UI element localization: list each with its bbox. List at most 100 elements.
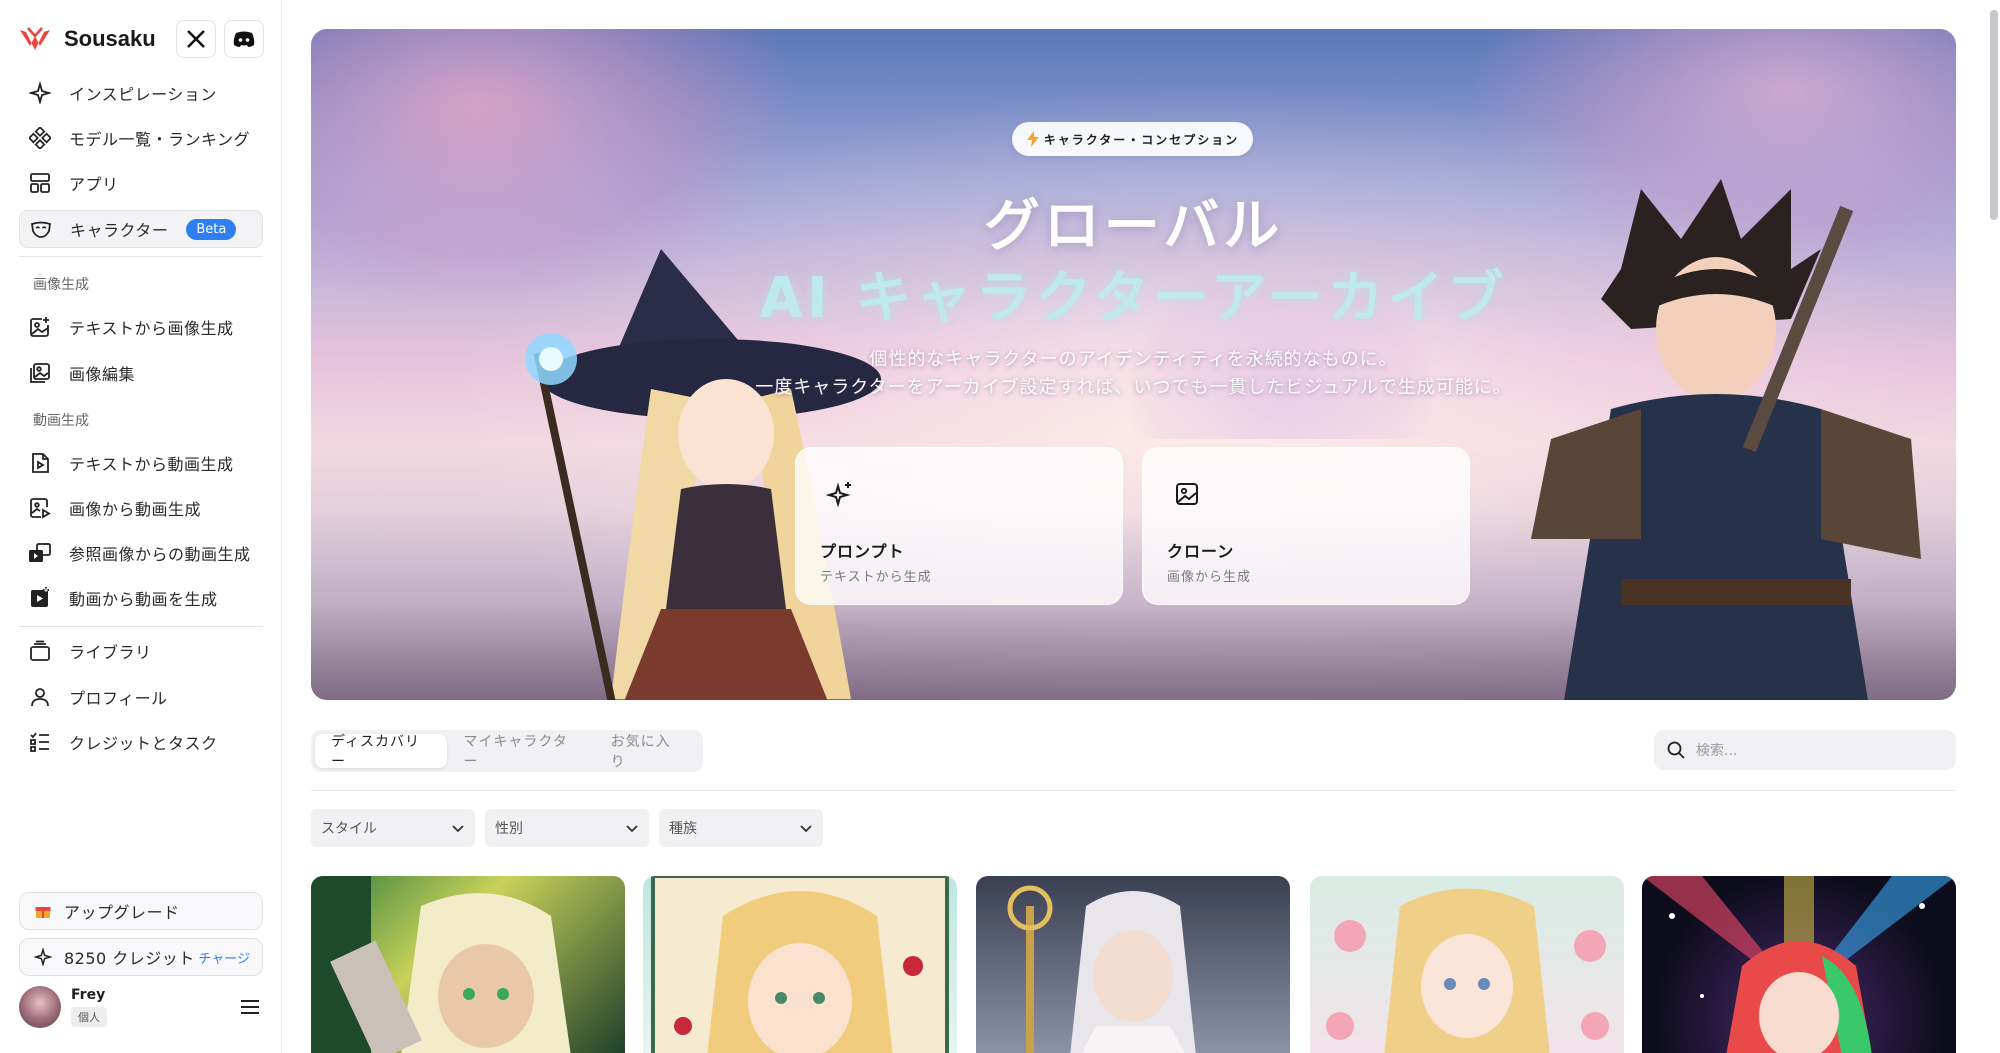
character-card[interactable] <box>643 876 957 1053</box>
text-to-image-icon <box>27 314 53 340</box>
sparkle-icon <box>32 946 54 968</box>
page-scrollbar[interactable] <box>1990 10 1998 220</box>
avatar <box>19 986 61 1028</box>
nav-character[interactable]: キャラクター Beta <box>19 210 263 248</box>
filter-label: 種族 <box>669 821 697 837</box>
nav-label: クレジットとタスク <box>69 734 218 753</box>
sparkle-icon <box>27 80 53 106</box>
brand-name: Sousaku <box>64 26 156 51</box>
nav-label: プロフィール <box>69 689 168 708</box>
discord-icon <box>233 31 255 47</box>
sparkle-icon <box>826 482 851 508</box>
clone-card-title: クローン <box>1167 542 1235 561</box>
gift-icon <box>32 900 54 922</box>
library-icon <box>27 638 53 664</box>
nav-label: モデル一覧・ランキング <box>69 130 251 149</box>
nav-text-to-image[interactable]: テキストから画像生成 <box>19 308 263 346</box>
upgrade-button[interactable]: アップグレード <box>19 892 263 930</box>
user-tag: 個人 <box>71 1007 107 1027</box>
nav-label: テキストから画像生成 <box>69 319 234 338</box>
tasks-icon <box>27 729 53 755</box>
user-profile[interactable]: Frey 個人 <box>19 985 263 1029</box>
tab-bar: ディスカバリー マイキャラクター お気に入り <box>311 730 703 772</box>
hero-subtitle-line1: 個性的なキャラクターのアイデンティティを永続的なものに。 <box>869 349 1398 370</box>
charge-link[interactable]: チャージ <box>198 948 250 967</box>
character-thumbnail <box>311 876 571 1053</box>
chevron-down-icon <box>800 825 812 833</box>
credits-label: 8250 クレジット <box>64 949 195 968</box>
character-card[interactable] <box>1642 876 1956 1053</box>
character-thumbnail <box>1326 888 1609 1053</box>
prompt-card[interactable]: プロンプト テキストから生成 <box>795 447 1123 605</box>
nav-inspiration[interactable]: インスピレーション <box>19 74 263 112</box>
apps-icon <box>27 170 53 196</box>
tab-favorites[interactable]: お気に入り <box>595 734 699 770</box>
nav-label: 参照画像からの動画生成 <box>69 545 251 564</box>
character-card[interactable] <box>1310 876 1624 1053</box>
tab-discovery[interactable]: ディスカバリー <box>315 734 448 770</box>
app: Sousaku インスピレーション モデル一覧・ランキング アプリ キャラクター… <box>0 0 2000 1053</box>
credits-button[interactable]: 8250 クレジット チャージ <box>19 938 263 976</box>
sidebar: Sousaku インスピレーション モデル一覧・ランキング アプリ キャラクター… <box>0 0 282 1053</box>
search-icon <box>1667 741 1685 759</box>
nav-library[interactable]: ライブラリ <box>19 632 263 670</box>
tab-my-characters[interactable]: マイキャラクター <box>447 734 594 770</box>
nav-reference-video[interactable]: 参照画像からの動画生成 <box>19 534 263 572</box>
search-input[interactable]: 検索... <box>1696 740 1737 760</box>
hero-badge-text: キャラクター・コンセプション <box>1043 132 1240 147</box>
image-to-video-icon <box>27 495 53 521</box>
brand[interactable]: Sousaku <box>18 20 156 58</box>
divider <box>311 790 1956 791</box>
discord-link[interactable] <box>224 20 264 58</box>
prompt-card-title: プロンプト <box>820 542 905 561</box>
filter-race[interactable]: 種族 <box>659 809 823 847</box>
prompt-card-subtitle: テキストから生成 <box>820 570 932 585</box>
nav-label: キャラクター <box>70 221 169 240</box>
nav-apps[interactable]: アプリ <box>19 164 263 202</box>
character-thumbnail <box>651 876 949 1053</box>
upgrade-label: アップグレード <box>64 903 180 922</box>
models-icon <box>27 125 53 151</box>
lightning-icon <box>1026 131 1039 147</box>
sousaku-logo-icon <box>20 27 50 50</box>
nav-label: 画像から動画生成 <box>69 500 202 519</box>
user-icon <box>27 684 53 710</box>
nav-image-to-video[interactable]: 画像から動画生成 <box>19 489 263 527</box>
character-card[interactable] <box>976 876 1290 1053</box>
character-thumbnail <box>1642 876 1956 1053</box>
user-info: Frey 個人 <box>71 987 107 1027</box>
menu-icon[interactable] <box>239 996 261 1018</box>
nav-label: アプリ <box>69 175 119 194</box>
x-link[interactable] <box>176 20 216 58</box>
nav-models[interactable]: モデル一覧・ランキング <box>19 119 263 157</box>
nav-video-to-video[interactable]: 動画から動画を生成 <box>19 579 263 617</box>
image-icon <box>1176 483 1198 505</box>
filter-gender[interactable]: 性別 <box>485 809 649 847</box>
text-to-video-icon <box>27 450 53 476</box>
hero-title-line2: AI キャラクターアーカイブ <box>759 266 1508 331</box>
nav-credits-tasks[interactable]: クレジットとタスク <box>19 723 263 761</box>
clone-card-subtitle: 画像から生成 <box>1167 570 1252 585</box>
filter-style[interactable]: スタイル <box>311 809 475 847</box>
divider <box>19 256 263 257</box>
nav-text-to-video[interactable]: テキストから動画生成 <box>19 444 263 482</box>
hero-banner: キャラクター・コンセプション グローバル AI キャラクターアーカイブ 個性的な… <box>311 29 1956 700</box>
character-card[interactable] <box>311 876 625 1053</box>
chevron-down-icon <box>626 825 638 833</box>
character-thumbnail <box>1007 885 1196 1053</box>
mask-icon <box>28 216 54 242</box>
clone-card[interactable]: クローン 画像から生成 <box>1142 447 1470 605</box>
image-edit-icon <box>27 360 53 386</box>
nav-image-edit[interactable]: 画像編集 <box>19 354 263 392</box>
filter-label: 性別 <box>495 821 523 837</box>
video-to-video-icon <box>27 585 53 611</box>
nav-label: 動画から動画を生成 <box>69 590 218 609</box>
filter-label: スタイル <box>321 821 377 837</box>
search-box[interactable]: 検索... <box>1654 730 1956 770</box>
nav-profile[interactable]: プロフィール <box>19 678 263 716</box>
reference-video-icon <box>27 540 53 566</box>
section-label-image: 画像生成 <box>33 277 89 293</box>
section-label-video: 動画生成 <box>33 413 89 429</box>
divider <box>19 626 263 627</box>
chevron-down-icon <box>452 825 464 833</box>
